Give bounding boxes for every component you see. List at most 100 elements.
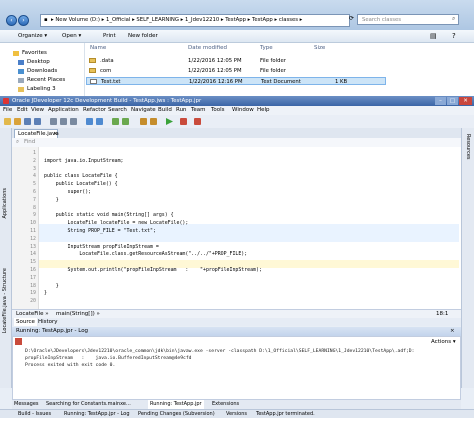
- menu-team[interactable]: Team: [191, 106, 206, 115]
- line-number: 16: [30, 267, 36, 273]
- debug-icon[interactable]: [180, 118, 187, 125]
- minimize-button[interactable]: –: [435, 97, 446, 105]
- line-number: 1: [33, 150, 36, 156]
- line-number: 3: [33, 165, 36, 172]
- run-icon[interactable]: [166, 118, 173, 125]
- paste-icon[interactable]: [70, 118, 77, 125]
- text-file-icon: [90, 79, 97, 84]
- file-name: com: [100, 68, 112, 74]
- log-output[interactable]: Actions ▾: [12, 336, 461, 400]
- help-icon[interactable]: ?: [452, 30, 456, 42]
- searching-tab[interactable]: Searching for Constants.mainxe...: [46, 400, 131, 409]
- code-line: LocateFile.class.getResourceAsStream("..…: [44, 251, 248, 258]
- menu-file[interactable]: File: [3, 106, 12, 115]
- column-date[interactable]: Date modified: [188, 45, 227, 51]
- back-button[interactable]: ‹: [6, 15, 17, 26]
- applications-tab[interactable]: Applications: [2, 188, 8, 219]
- explorer-toolbar: Organize ▾ Open ▾ Print New folder ▤ ?: [0, 30, 474, 43]
- jdeveloper-title-bar: Oracle JDeveloper 12c Development Build …: [0, 96, 474, 106]
- menu-navigate[interactable]: Navigate: [131, 106, 156, 115]
- running-tab[interactable]: Running: TestApp.jpr: [148, 400, 204, 409]
- stop-icon[interactable]: [15, 338, 22, 345]
- menu-window[interactable]: Window: [232, 106, 254, 115]
- folder-icon: [89, 58, 96, 63]
- code-line: import java.io.InputStream;: [44, 157, 124, 164]
- file-row-selected[interactable]: Test.txt 1/22/2016 12:16 PM Text Documen…: [86, 77, 386, 85]
- column-type[interactable]: Type: [260, 45, 273, 51]
- open-icon[interactable]: [14, 118, 21, 125]
- log-close-icon[interactable]: ×: [450, 327, 455, 336]
- history-tab[interactable]: History: [38, 318, 58, 326]
- favorites-item-desktop[interactable]: Desktop: [27, 59, 50, 65]
- find-input[interactable]: Find: [24, 138, 35, 147]
- stop-icon[interactable]: [194, 118, 201, 125]
- code-line: public class LocateFile {: [44, 173, 118, 180]
- back-icon[interactable]: [112, 118, 119, 125]
- search-icon: ⌕: [16, 139, 20, 145]
- line-number: 17: [30, 274, 36, 281]
- code-line: }: [44, 196, 59, 203]
- organize-button[interactable]: Organize ▾: [18, 30, 47, 42]
- menu-build[interactable]: Build: [158, 106, 172, 115]
- menu-application[interactable]: Application: [48, 106, 79, 115]
- menu-tools[interactable]: Tools: [211, 106, 225, 115]
- actions-dropdown[interactable]: Actions ▾: [431, 339, 456, 345]
- favorites-item-recent-places[interactable]: Recent Places: [27, 77, 65, 83]
- messages-tab[interactable]: Messages: [14, 400, 39, 409]
- new-folder-button[interactable]: New folder: [128, 30, 158, 42]
- open-button[interactable]: Open ▾: [62, 30, 81, 42]
- menu-help[interactable]: Help: [257, 106, 270, 115]
- menu-search[interactable]: Search: [108, 106, 127, 115]
- refresh-icon[interactable]: ⟳: [349, 15, 354, 22]
- star-icon: [13, 51, 19, 56]
- extensions-tab[interactable]: Extensions: [212, 400, 239, 409]
- rebuild-icon[interactable]: [150, 118, 157, 125]
- forward-icon[interactable]: [122, 118, 129, 125]
- search-icon: ⌕: [452, 15, 456, 22]
- column-size[interactable]: Size: [314, 45, 325, 51]
- menu-bar: File Edit View Application Refactor Sear…: [0, 106, 474, 115]
- new-icon[interactable]: [4, 118, 11, 125]
- print-button[interactable]: Print: [103, 30, 116, 42]
- log-line: propFileInpStream : java.io.BufferedInpu…: [25, 356, 192, 361]
- resources-tab[interactable]: Resources: [465, 134, 471, 160]
- menu-run[interactable]: Run: [176, 106, 187, 115]
- column-name[interactable]: Name: [90, 45, 106, 51]
- file-row[interactable]: .data 1/22/2016 12:05 PM File folder: [86, 57, 386, 65]
- favorites-item-downloads[interactable]: Downloads: [27, 68, 57, 74]
- save-icon[interactable]: [24, 118, 31, 125]
- jdeveloper-logo-icon: [3, 98, 9, 104]
- address-bar[interactable]: ▪ ▸ New Volume (D:) ▸ 1_Official ▸ SELF_…: [40, 14, 350, 27]
- redo-icon[interactable]: [96, 118, 103, 125]
- copy-icon[interactable]: [60, 118, 67, 125]
- view-icon[interactable]: ▤: [430, 30, 437, 42]
- menu-edit[interactable]: Edit: [17, 106, 28, 115]
- menu-view[interactable]: View: [31, 106, 44, 115]
- menu-refactor[interactable]: Refactor: [83, 106, 106, 115]
- forward-button[interactable]: ›: [18, 15, 29, 26]
- structure-tab[interactable]: LocateFile.java - Structure: [2, 268, 8, 333]
- make-icon[interactable]: [140, 118, 147, 125]
- code-line: super();: [44, 189, 92, 195]
- cut-icon[interactable]: [50, 118, 57, 125]
- save-all-icon[interactable]: [34, 118, 41, 125]
- file-date: 1/22/2016 12:16 PM: [189, 79, 243, 85]
- close-button[interactable]: ✕: [459, 97, 472, 105]
- line-number: 4: [33, 173, 36, 180]
- search-input[interactable]: Search classes: [357, 14, 459, 25]
- file-type: File folder: [260, 68, 286, 74]
- line-number: 13: [30, 243, 36, 250]
- undo-icon[interactable]: [86, 118, 93, 125]
- explorer-address-area: ‹ › ▪ ▸ New Volume (D:) ▸ 1_Official ▸ S…: [0, 0, 474, 30]
- line-number: 12: [30, 235, 36, 242]
- source-tab[interactable]: Source: [14, 318, 37, 326]
- favorites-header[interactable]: Favorites: [22, 50, 47, 56]
- code-line: InputStream propFileInpStream =: [44, 243, 159, 250]
- maximize-button[interactable]: □: [447, 97, 458, 105]
- line-number: 8: [33, 204, 36, 211]
- downloads-icon: [18, 69, 24, 74]
- editor-tab-locatefile[interactable]: LocateFile.java ×: [14, 129, 59, 138]
- file-row[interactable]: com 1/22/2016 12:05 PM File folder: [86, 67, 386, 75]
- code-line: public static void main(String[] args) {: [44, 212, 174, 219]
- favorites-item-labeling[interactable]: Labeling 3: [27, 86, 56, 92]
